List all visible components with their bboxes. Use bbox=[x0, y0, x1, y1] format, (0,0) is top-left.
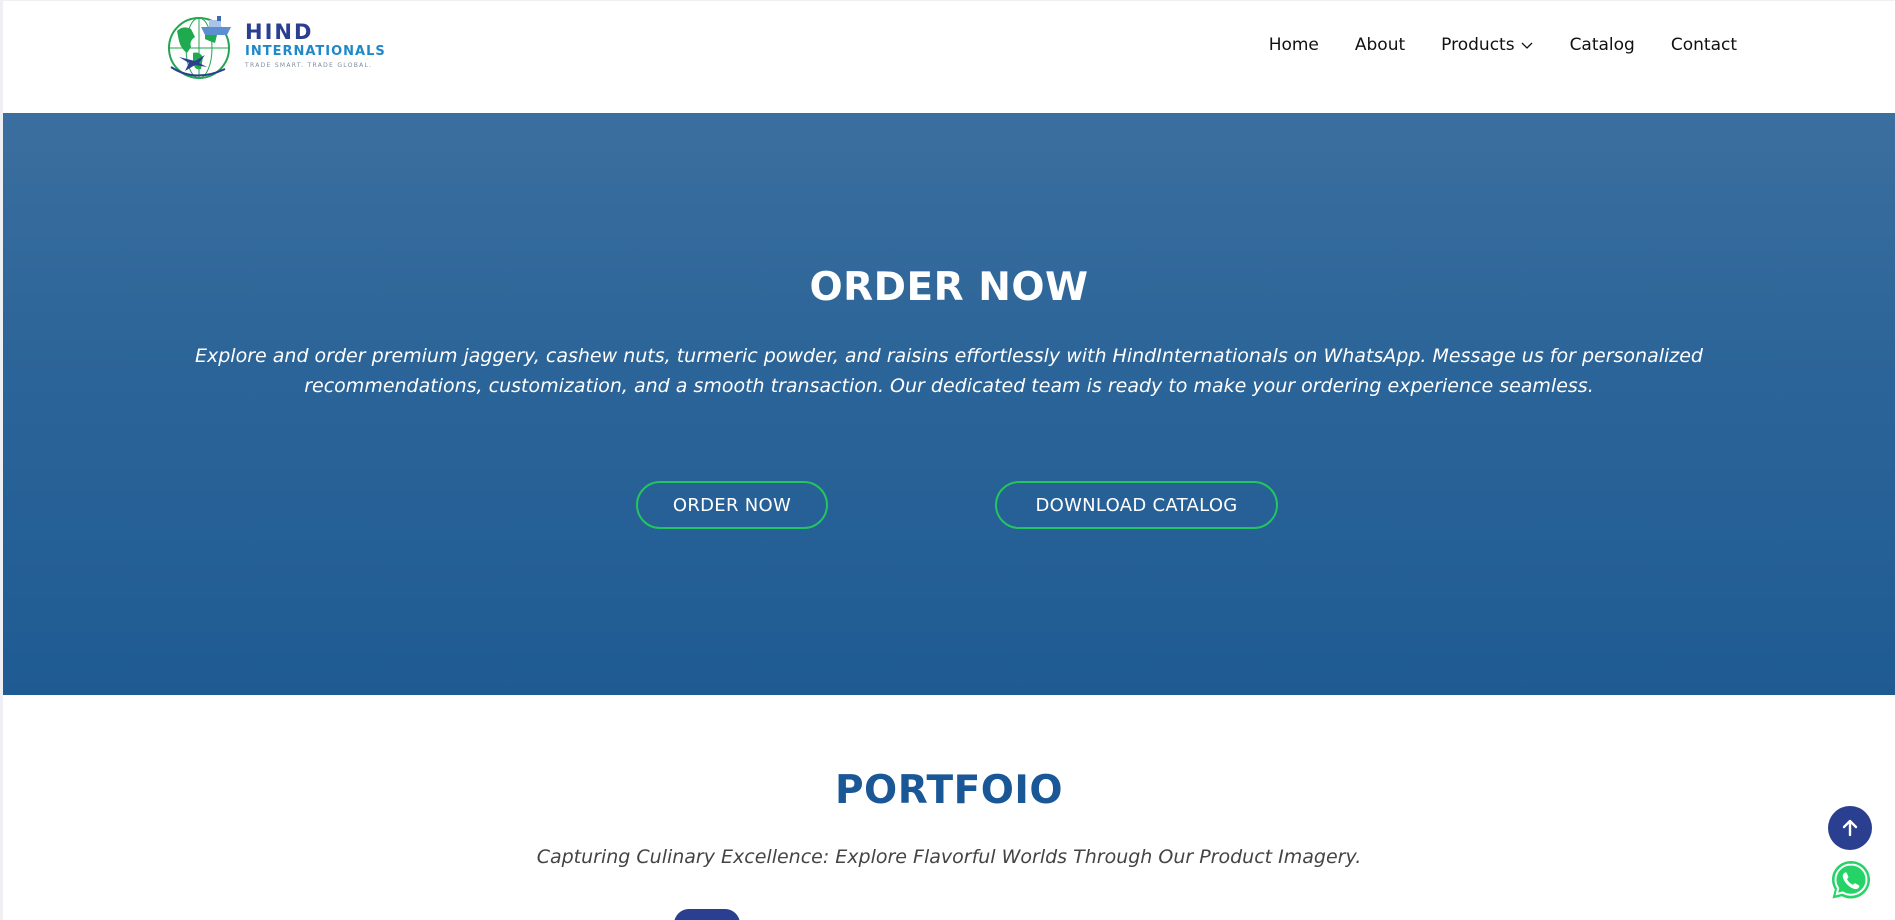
logo-text: HIND INTERNATIONALS TRADE SMART. TRADE G… bbox=[245, 21, 386, 71]
portfolio-title: PORTFOIO bbox=[834, 768, 1064, 813]
logo[interactable]: HIND INTERNATIONALS TRADE SMART. TRADE G… bbox=[165, 11, 395, 81]
page: HIND INTERNATIONALS TRADE SMART. TRADE G… bbox=[0, 0, 1895, 920]
download-catalog-button[interactable]: DOWNLOAD CATALOG bbox=[995, 481, 1278, 529]
globe-ship-plane-logo-icon bbox=[168, 16, 231, 79]
portfolio-subtitle: Capturing Culinary Excellence: Explore F… bbox=[536, 846, 1362, 868]
logo-brand-line1: HIND bbox=[245, 20, 314, 44]
whatsapp-icon bbox=[1832, 861, 1870, 899]
nav-item-label: Home bbox=[1268, 35, 1319, 55]
site-header: HIND INTERNATIONALS TRADE SMART. TRADE G… bbox=[3, 1, 1895, 113]
hero-title: ORDER NOW bbox=[809, 265, 1089, 310]
nav-item-about[interactable]: About bbox=[1337, 31, 1423, 59]
order-now-button[interactable]: ORDER NOW bbox=[636, 481, 828, 529]
whatsapp-button[interactable] bbox=[1829, 858, 1873, 902]
logo-brand-line2: INTERNATIONALS bbox=[245, 44, 386, 59]
nav-item-label: About bbox=[1354, 35, 1406, 55]
chevron-down-icon bbox=[1521, 42, 1533, 49]
nav-item-label: Products bbox=[1441, 35, 1515, 55]
nav-item-contact[interactable]: Contact bbox=[1653, 31, 1755, 59]
hero-section: ORDER NOW Explore and order premium jagg… bbox=[3, 113, 1895, 695]
nav-item-catalog[interactable]: Catalog bbox=[1552, 31, 1653, 59]
nav-item-label: Catalog bbox=[1569, 35, 1635, 55]
arrow-up-icon bbox=[1842, 819, 1858, 837]
nav-item-home[interactable]: Home bbox=[1251, 31, 1337, 59]
logo-tagline: TRADE SMART. TRADE GLOBAL. bbox=[245, 62, 373, 69]
main-nav: Home About Products Catalog Contact bbox=[1251, 31, 1755, 59]
scroll-to-top-button[interactable] bbox=[1828, 806, 1872, 850]
portfolio-filter-pill[interactable] bbox=[674, 909, 740, 920]
nav-item-label: Contact bbox=[1670, 35, 1737, 55]
hero-description: Explore and order premium jaggery, cashe… bbox=[195, 345, 1703, 397]
nav-item-products[interactable]: Products bbox=[1423, 31, 1551, 59]
